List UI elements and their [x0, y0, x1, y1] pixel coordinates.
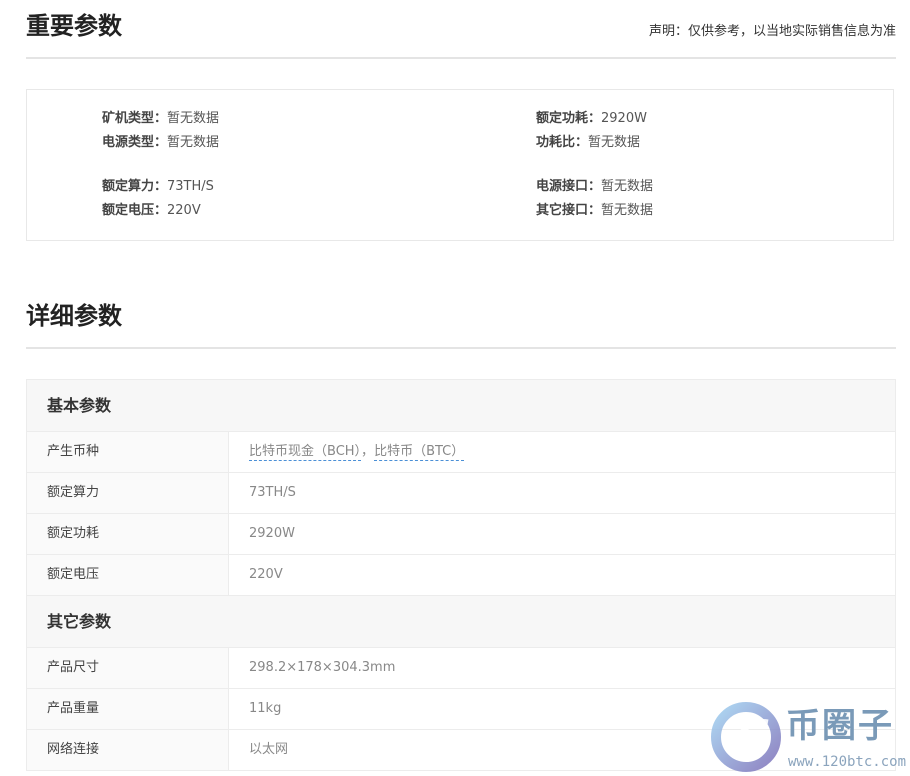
row-value-coins: 比特币现金（BCH），比特币（BTC） [249, 444, 465, 461]
row-label: 额定功耗 [27, 514, 229, 554]
watermark-brand: 币圈子 [786, 706, 894, 746]
row-label: 产品重量 [27, 689, 229, 729]
row-value: 11kg [249, 701, 282, 716]
watermark: 币圈子 www.120btc.com [708, 698, 910, 776]
coin-link-bch[interactable]: 比特币现金（BCH） [249, 444, 362, 461]
row-label: 额定算力 [27, 473, 229, 513]
kv-rated-hashrate: 额定算力：73TH/S [102, 179, 214, 194]
kv-miner-type: 矿机类型：暂无数据 [102, 111, 220, 126]
kv-power-ratio: 功耗比：暂无数据 [536, 135, 641, 150]
row-label: 产品尺寸 [27, 648, 229, 688]
kv-power-type: 电源类型：暂无数据 [102, 135, 220, 150]
kv-rated-voltage: 额定电压：220V [102, 203, 201, 218]
row-value: 以太网 [249, 742, 289, 757]
table-row: 额定功耗 2920W [27, 514, 895, 555]
disclaimer-text: 声明：仅供参考，以当地实际销售信息为准 [648, 24, 896, 39]
group-other-params: 其它参数 [27, 596, 895, 648]
detail-params-title: 详细参数 [26, 302, 122, 330]
brand-logo-icon [711, 702, 781, 772]
table-row: 产品尺寸 298.2×178×304.3mm [27, 648, 895, 689]
key-params-header: 重要参数 声明：仅供参考，以当地实际销售信息为准 [26, 10, 896, 59]
row-value: 73TH/S [249, 485, 296, 500]
table-row: 额定算力 73TH/S [27, 473, 895, 514]
kv-rated-power: 额定功耗：2920W [536, 111, 647, 126]
key-params-box: 矿机类型：暂无数据 电源类型：暂无数据 额定算力：73TH/S 额定电压：220… [26, 89, 894, 241]
table-row: 额定电压 220V [27, 555, 895, 596]
row-value: 298.2×178×304.3mm [249, 660, 396, 675]
row-label: 产生币种 [27, 432, 229, 472]
coin-link-btc[interactable]: 比特币（BTC） [374, 444, 465, 461]
kv-power-interface: 电源接口：暂无数据 [536, 179, 654, 194]
row-label: 额定电压 [27, 555, 229, 595]
watermark-url: www.120btc.com [788, 754, 907, 770]
kv-other-interface: 其它接口：暂无数据 [536, 203, 654, 218]
group-basic-params: 基本参数 [27, 380, 895, 432]
row-value: 220V [249, 567, 283, 582]
table-row: 产生币种 比特币现金（BCH），比特币（BTC） [27, 432, 895, 473]
row-label: 网络连接 [27, 730, 229, 770]
row-value: 2920W [249, 526, 295, 541]
detail-params-header: 详细参数 [26, 300, 896, 349]
